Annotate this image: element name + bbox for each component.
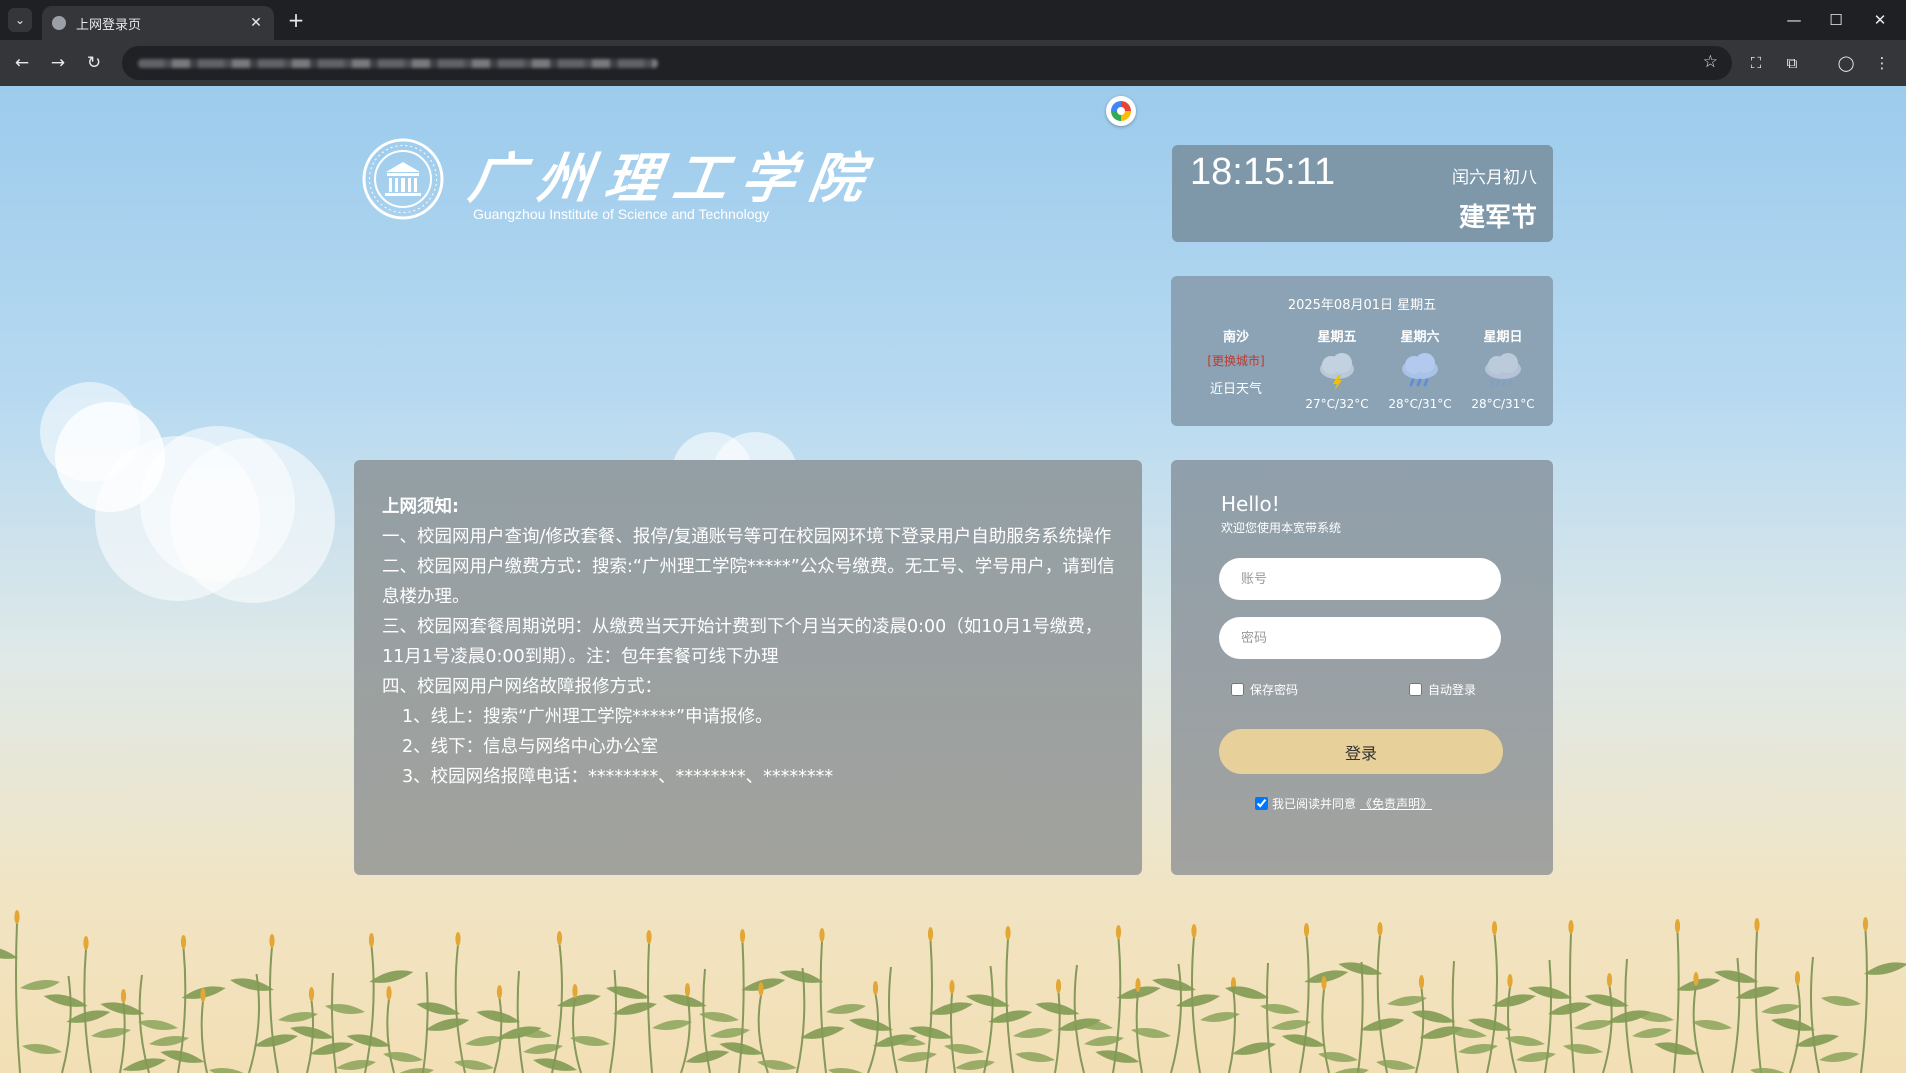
notice-line: 2、线下：信息与网络中心办公室 [402,737,659,757]
weather-temp: 28°C/31°C [1388,397,1452,411]
weather-day: 星期五 27°C/32°C [1297,326,1377,411]
extensions-puzzle-icon[interactable]: ⧉ [1780,51,1804,75]
auto-login-label: 自动登录 [1428,683,1477,697]
change-city-link[interactable]: [更换城市] [1193,352,1279,369]
blurred-url [138,59,658,68]
weather-panel: 2025年08月01日 星期五 南沙 [更换城市] 近日天气 星期五 27°C/… [1171,276,1553,426]
new-tab-button[interactable]: + [284,8,308,32]
back-arrow-icon[interactable]: ← [10,51,34,75]
save-password-label: 保存密码 [1250,683,1299,697]
extension-overlay-icon[interactable] [1106,96,1136,126]
festival-label: 建军节 [1458,203,1537,233]
tab-strip: ⌄ 上网登录页 ✕ + — ☐ ✕ [0,0,1906,40]
window-close-button[interactable]: ✕ [1858,6,1902,34]
notice-line: 二、校园网用户缴费方式：搜索:“广州理工学院*****”公众号缴费。无工号、学号… [382,557,1115,607]
reload-icon[interactable]: ↻ [82,51,106,75]
account-input[interactable] [1219,558,1501,600]
login-panel: Hello! 欢迎您使用本宽带系统 保存密码 自动登录 登录 我已阅读并同意 《… [1171,460,1553,875]
weather-day: 星期六 28°C/31°C [1380,326,1460,411]
agreement-text: 我已阅读并同意 [1272,797,1357,811]
agreement-checkbox[interactable]: 我已阅读并同意 《免责声明》 [1255,795,1432,812]
notice-line: 四、校园网用户网络故障报修方式： [382,677,662,697]
hello-heading: Hello! [1221,492,1280,516]
save-password-check[interactable] [1231,683,1244,696]
tab-close-icon[interactable]: ✕ [246,15,266,31]
weather-day: 星期日 28°C/31°C [1463,326,1543,411]
globe-icon [52,16,66,30]
notice-line: 3、校园网络报障电话：********、********、******** [402,767,834,787]
school-seal-icon [362,138,444,220]
notice-line: 一、校园网用户查询/修改套餐、报停/复通账号等可在校园网环境下登录用户自助服务系… [382,527,1112,547]
password-input[interactable] [1219,617,1501,659]
address-bar[interactable]: ☆ [122,46,1732,80]
recent-weather-label: 近日天气 [1209,382,1262,397]
school-name-en: Guangzhou Institute of Science and Techn… [473,206,770,222]
welcome-text: 欢迎您使用本宽带系统 [1221,521,1342,535]
minimize-button[interactable]: — [1772,6,1816,34]
disclaimer-link[interactable]: 《免责声明》 [1360,795,1432,812]
notice-line: 1、线上：搜索“广州理工学院*****”申请报修。 [402,707,773,727]
agreement-check[interactable] [1255,797,1268,810]
profile-avatar-icon[interactable]: ◯ [1834,51,1858,75]
notice-line: 三、校园网套餐周期说明：从缴费当天开始计费到下个月当天的凌晨0:00（如10月1… [382,617,1103,667]
school-name-cn: 广州理工学院 [464,146,882,210]
weather-date: 2025年08月01日 星期五 [1287,298,1437,313]
kebab-menu-icon[interactable]: ⋮ [1870,51,1894,75]
active-tab[interactable]: 上网登录页 ✕ [42,6,274,40]
cloud-decoration [170,438,335,603]
color-wheel-icon [1111,101,1131,121]
auto-login-checkbox[interactable]: 自动登录 [1409,681,1476,698]
light-rain-icon [1485,353,1521,386]
forward-arrow-icon[interactable]: → [46,51,70,75]
tab-search-button[interactable]: ⌄ [8,8,32,32]
weather-day-name: 星期日 [1483,330,1523,345]
screenshot-icon[interactable]: ⛶ [1744,51,1768,75]
grass-decoration [0,910,1906,1073]
weather-day-name: 星期六 [1400,330,1440,345]
thunderstorm-icon [1320,353,1354,391]
weather-temp: 27°C/32°C [1305,397,1369,411]
browser-toolbar: ← → ↻ ☆ ⛶ ⧉ ◯ ⋮ [0,40,1906,86]
weather-temp: 28°C/31°C [1471,397,1535,411]
notice-body: 上网须知: 一、校园网用户查询/修改套餐、报停/复通账号等可在校园网环境下登录用… [382,492,1122,792]
login-page: 广州理工学院 Guangzhou Institute of Science an… [0,86,1906,1073]
lunar-date: 闰六月初八 [1452,168,1537,188]
auto-login-check[interactable] [1409,683,1422,696]
notice-panel: 上网须知: 一、校园网用户查询/修改套餐、报停/复通账号等可在校园网环境下登录用… [354,460,1142,875]
maximize-button[interactable]: ☐ [1814,6,1858,34]
weather-day-name: 星期五 [1317,330,1357,345]
tab-title: 上网登录页 [76,17,142,33]
login-button[interactable]: 登录 [1219,729,1503,774]
clock-panel: 18:15:11 闰六月初八 建军节 [1172,145,1553,242]
bookmark-star-icon[interactable]: ☆ [1703,52,1718,72]
weather-city: 南沙 [1222,330,1249,345]
save-password-checkbox[interactable]: 保存密码 [1231,681,1298,698]
rain-icon [1402,353,1438,387]
notice-title: 上网须知: [382,497,459,517]
clock-time: 18:15:11 [1190,151,1336,193]
